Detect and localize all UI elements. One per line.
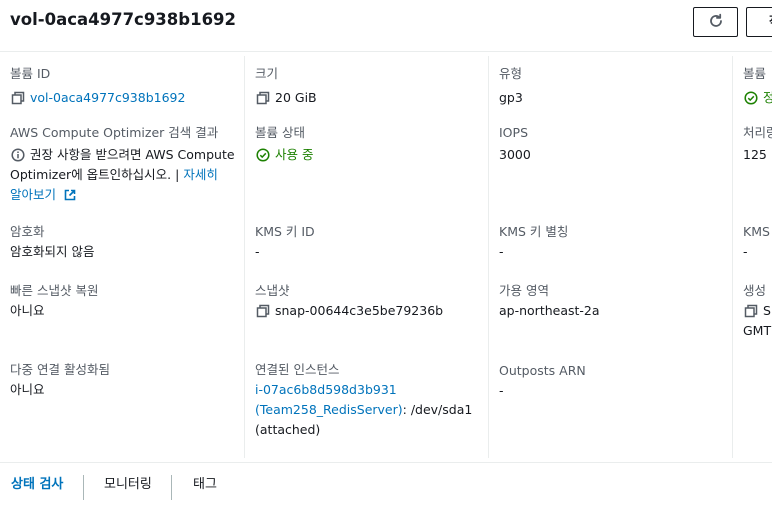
refresh-button[interactable] — [693, 7, 738, 37]
field-value: 아니요 — [10, 382, 45, 397]
field-value: 125 — [743, 147, 767, 162]
field-volume-state: 볼륨 상태 사용 중 — [255, 123, 313, 165]
field-value-2: GMT+ — [743, 323, 772, 338]
field-multi-attach: 다중 연결 활성화됨 아니요 — [10, 360, 110, 400]
field-label: 볼륨 ID — [10, 66, 51, 81]
field-fast-snapshot-restore: 빠른 스냅샷 복원 아니요 — [10, 281, 98, 321]
field-label: AWS Compute Optimizer 검색 결과 — [10, 125, 219, 140]
field-throughput: 처리량 125 — [743, 123, 772, 165]
field-value: - — [743, 244, 748, 259]
field-availability-zone: 가용 영역 ap-northeast-2a — [499, 281, 600, 321]
field-label: 다중 연결 활성화됨 — [10, 362, 110, 377]
instance-id-link[interactable]: i-07ac6b8d598d3b931 — [255, 380, 483, 400]
field-kms-key-id: KMS 키 ID - — [255, 222, 315, 262]
field-value: 암호화되지 않음 — [10, 244, 95, 259]
volume-id-link[interactable]: vol-0aca4977c938b1692 — [30, 88, 185, 108]
learn-more-link-2[interactable]: 알아보기 — [10, 185, 56, 205]
field-attached-instances: 연결된 인스턴스 i-07ac6b8d598d3b931 (Team258_Re… — [255, 360, 483, 440]
attachment-state: (attached) — [255, 422, 321, 437]
field-value: - — [499, 383, 504, 398]
field-volume-id: 볼륨 ID vol-0aca4977c938b1692 — [10, 64, 185, 108]
field-size: 크기 20 GiB — [255, 64, 317, 108]
tab-monitoring[interactable]: 모니터링 — [104, 463, 152, 507]
field-value: - — [499, 244, 504, 259]
field-created: 생성 S GMT+ — [743, 281, 772, 341]
field-label: 처리량 — [743, 125, 772, 140]
actions-button[interactable]: 작 — [746, 7, 772, 37]
copy-icon[interactable] — [255, 90, 271, 106]
field-label: KMS 키 별칭 — [499, 224, 569, 239]
instance-name-link[interactable]: (Team258_RedisServer) — [255, 400, 403, 420]
field-label: Outposts ARN — [499, 363, 586, 378]
detail-tabs: 상태 검사 모니터링 태그 — [0, 462, 772, 507]
field-encryption: 암호화 암호화되지 않음 — [10, 222, 94, 262]
tab-tags[interactable]: 태그 — [193, 463, 217, 507]
external-link-icon[interactable] — [62, 187, 78, 203]
page-title: vol-0aca4977c938b1692 — [10, 10, 237, 29]
learn-more-link[interactable]: 자세히 — [183, 165, 218, 185]
field-label: KMS 키 ID — [255, 224, 315, 239]
field-label: 볼륨 상태 — [255, 125, 305, 140]
column-divider — [488, 56, 489, 458]
field-value: 3000 — [499, 147, 531, 162]
field-value: snap-00644c3e5be79236b — [275, 303, 444, 318]
field-value: 20 GiB — [275, 90, 317, 105]
check-circle-icon — [743, 90, 759, 106]
field-label: 생성 — [743, 283, 767, 298]
check-circle-icon — [255, 147, 271, 163]
device-name: : /dev/sda1 — [402, 402, 473, 417]
field-value: S — [763, 303, 771, 318]
status-value: 사용 중 — [275, 147, 314, 162]
field-value: 아니요 — [10, 303, 45, 318]
column-divider — [732, 56, 733, 458]
column-divider — [244, 56, 245, 458]
field-type: 유형 gp3 — [499, 64, 523, 108]
volume-header: vol-0aca4977c938b1692 작 — [0, 0, 772, 52]
copy-icon[interactable] — [10, 90, 26, 106]
field-label: 가용 영역 — [499, 283, 549, 298]
copy-icon[interactable] — [255, 303, 271, 319]
refresh-icon — [708, 13, 724, 32]
field-value: gp3 — [499, 90, 523, 105]
tab-status-checks[interactable]: 상태 검사 — [11, 463, 63, 507]
field-label: IOPS — [499, 125, 528, 140]
volume-details: 볼륨 ID vol-0aca4977c938b1692 크기 20 GiB 유형… — [0, 52, 772, 462]
field-label: 스냅샷 — [255, 283, 290, 298]
field-label: 볼륨 — [743, 66, 767, 81]
field-label: 빠른 스냅샷 복원 — [10, 283, 99, 298]
copy-icon[interactable] — [743, 303, 759, 319]
field-iops: IOPS 3000 — [499, 123, 531, 165]
info-icon — [10, 147, 26, 163]
tab-divider — [171, 475, 172, 500]
field-label: 연결된 인스턴스 — [255, 362, 340, 377]
field-label: 암호화 — [10, 224, 45, 239]
field-kms-alias: KMS 키 별칭 - — [499, 222, 568, 262]
field-snapshot: 스냅샷 snap-00644c3e5be79236b — [255, 281, 443, 321]
status-value: 정 — [763, 90, 772, 105]
field-label: 크기 — [255, 66, 279, 81]
field-kms: KMS - — [743, 222, 770, 262]
field-volume-status: 볼륨 정 — [743, 64, 772, 108]
field-value: ap-northeast-2a — [499, 303, 600, 318]
field-value: - — [255, 244, 260, 259]
optimizer-text-line2: Optimizer에 옵트인하십시오. | — [10, 167, 180, 182]
field-label: KMS — [743, 224, 770, 239]
tab-divider — [83, 475, 84, 500]
optimizer-text-line1: 권장 사항을 받으려면 AWS Compute — [30, 147, 235, 162]
field-outposts-arn: Outposts ARN - — [499, 361, 586, 401]
field-compute-optimizer: AWS Compute Optimizer 검색 결과 권장 사항을 받으려면 … — [10, 123, 238, 205]
field-label: 유형 — [499, 66, 523, 81]
